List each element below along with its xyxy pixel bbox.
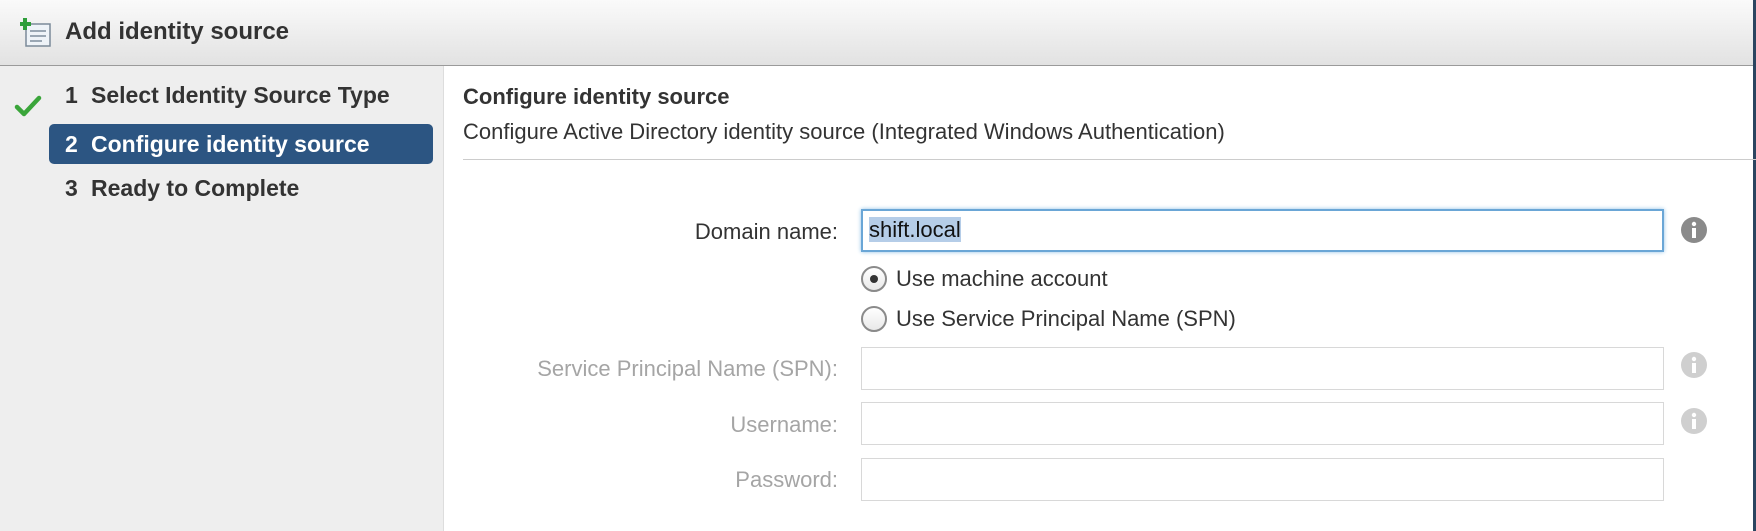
username-info-icon[interactable] [1680, 407, 1708, 435]
domain-name-value: shift.local [869, 217, 961, 242]
step-number: 3 [65, 175, 78, 201]
use-machine-account-radio[interactable] [861, 266, 887, 292]
step-label: Configure identity source [91, 131, 370, 157]
wizard-page-content: Configure identity source Configure Acti… [444, 66, 1756, 531]
add-identity-source-icon [19, 18, 52, 48]
domain-name-info-icon[interactable] [1680, 216, 1708, 244]
wizard-step-configure-identity-source[interactable]: 2 Configure identity source [49, 124, 433, 164]
username-input[interactable] [861, 402, 1664, 445]
use-spn-label: Use Service Principal Name (SPN) [896, 306, 1236, 331]
spn-info-icon[interactable] [1680, 351, 1708, 379]
domain-name-label: Domain name: [694, 219, 838, 244]
checkmark-icon [14, 94, 42, 118]
dialog-title: Add identity source [65, 18, 290, 45]
page-title: Configure identity source [463, 84, 730, 109]
wizard-step-nav: 1 Select Identity Source Type 2 Configure … [0, 66, 444, 531]
use-spn-radio[interactable] [861, 306, 887, 332]
step-number: 2 [65, 131, 78, 157]
spn-label: Service Principal Name (SPN): [537, 356, 838, 381]
use-machine-account-label: Use machine account [896, 266, 1108, 291]
domain-name-input[interactable]: shift.local [861, 209, 1664, 252]
page-subtitle: Configure Active Directory identity sour… [463, 119, 1225, 144]
step-label: Ready to Complete [91, 175, 300, 201]
wizard-step-select-identity-source-type[interactable]: 1 Select Identity Source Type [49, 75, 433, 115]
password-input[interactable] [861, 458, 1664, 501]
username-label: Username: [730, 412, 838, 437]
wizard-step-ready-to-complete[interactable]: 3 Ready to Complete [49, 168, 433, 208]
step-label: Select Identity Source Type [91, 82, 390, 108]
step-number: 1 [65, 82, 78, 108]
password-label: Password: [735, 467, 838, 492]
spn-input[interactable] [861, 347, 1664, 390]
header-divider [463, 159, 1756, 160]
add-identity-source-dialog: Add identity source 1 Select Identity Sou… [0, 0, 1756, 531]
dialog-title-bar[interactable]: Add identity source [0, 0, 1756, 66]
